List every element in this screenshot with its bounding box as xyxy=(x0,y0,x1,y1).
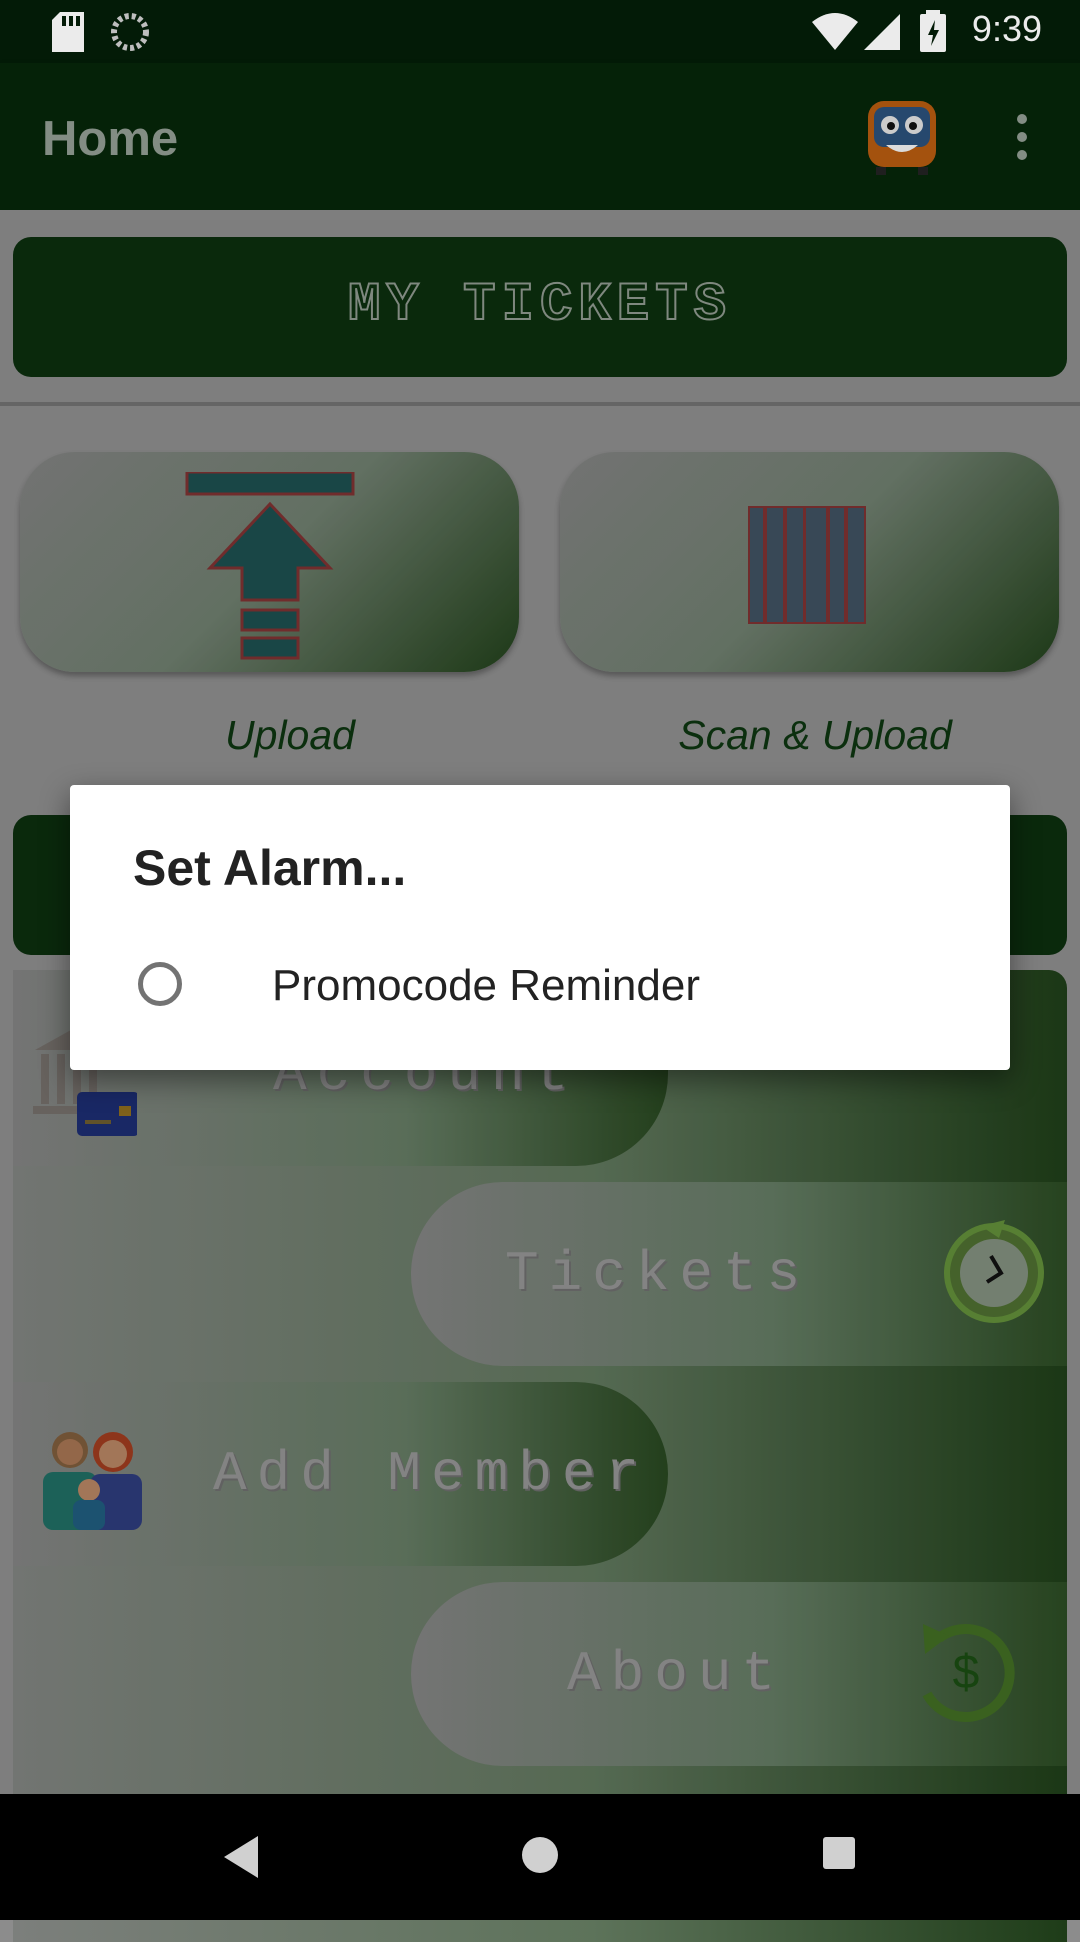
dialog-title: Set Alarm... xyxy=(133,840,407,896)
back-icon[interactable] xyxy=(222,1834,262,1880)
set-alarm-dialog: Set Alarm... Promocode Reminder xyxy=(70,785,1010,1070)
recents-icon[interactable] xyxy=(821,1835,857,1871)
option-label: Promocode Reminder xyxy=(272,961,700,1010)
home-icon[interactable] xyxy=(519,1834,561,1876)
option-promocode-reminder[interactable]: Promocode Reminder xyxy=(70,925,1010,1043)
radio-button[interactable] xyxy=(138,962,182,1006)
navigation-bar xyxy=(0,1794,1080,1920)
